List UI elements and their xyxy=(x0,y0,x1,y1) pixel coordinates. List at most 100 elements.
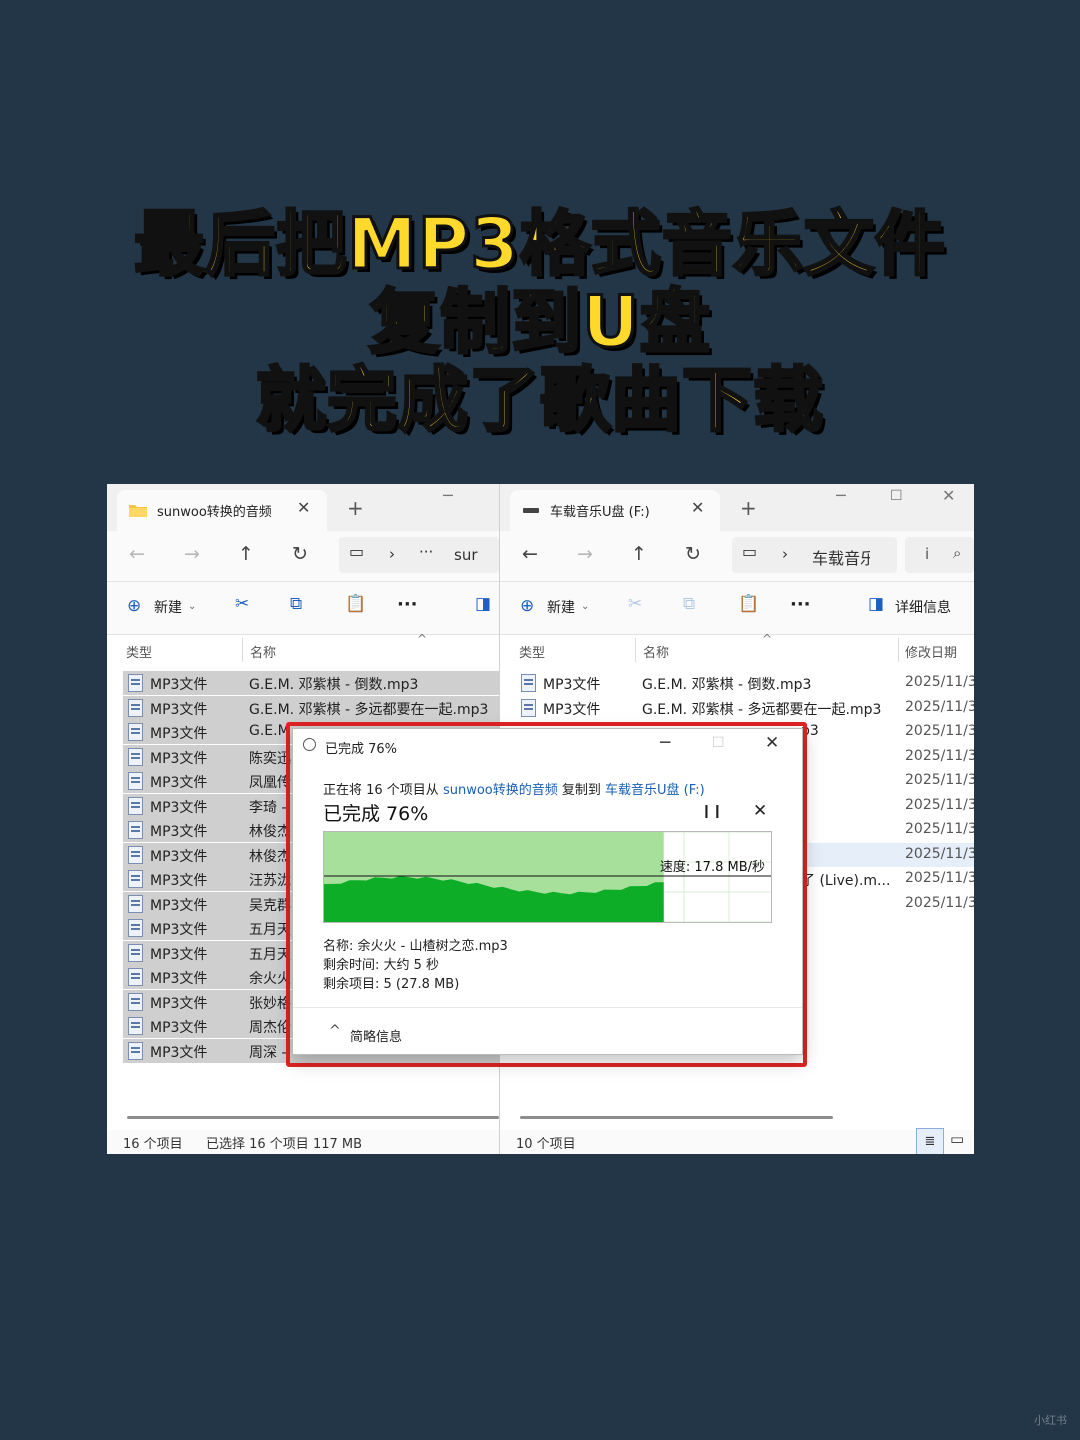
chevron-down-icon[interactable]: ⌄ xyxy=(188,601,196,612)
table-row[interactable]: MP3文件 G.E.M. 邓紫棋 - 多远都要在一起.mp3 xyxy=(123,695,499,720)
file-type: MP3文件 xyxy=(543,701,601,718)
time-remaining: 剩余时间: 大约 5 秒 xyxy=(323,958,440,973)
column-name[interactable]: 名称 xyxy=(250,642,276,661)
file-name: 五月天 xyxy=(249,946,291,963)
clock-icon xyxy=(303,738,316,751)
refresh-button[interactable]: ↻ xyxy=(685,543,701,565)
file-type: MP3文件 xyxy=(543,677,601,693)
new-plus-icon[interactable]: ⊕ xyxy=(127,596,141,616)
tab-source-folder[interactable]: sunwoo转换的音频 ✕ xyxy=(117,490,327,531)
forward-button[interactable]: → xyxy=(184,543,200,565)
minimize-button[interactable]: ─ xyxy=(836,486,846,505)
more-options-icon[interactable]: ··· xyxy=(397,594,418,615)
folder-icon xyxy=(129,505,147,517)
maximize-button[interactable]: ☐ xyxy=(890,488,903,504)
close-dialog-button[interactable]: ✕ xyxy=(765,733,779,753)
watermark: 小红书 xyxy=(1034,1414,1067,1427)
horizontal-scrollbar[interactable] xyxy=(520,1116,833,1119)
tab-usb-drive[interactable]: 车载音乐U盘 (F:) ✕ xyxy=(510,490,720,531)
file-type: MP3文件 xyxy=(150,995,208,1012)
cancel-copy-icon[interactable]: ✕ xyxy=(753,801,767,821)
cut-icon[interactable]: ✂ xyxy=(235,594,249,614)
chevron-down-icon[interactable]: ⌄ xyxy=(581,601,589,612)
file-name: 周杰伦 xyxy=(249,1020,291,1036)
sort-ascending-icon: ^ xyxy=(762,632,773,646)
cut-icon[interactable]: ✂ xyxy=(628,594,642,614)
new-tab-button[interactable]: + xyxy=(740,496,757,520)
file-type: MP3文件 xyxy=(150,1044,208,1061)
computer-icon: ▭ xyxy=(349,542,365,561)
file-type: MP3文件 xyxy=(150,701,208,718)
column-date[interactable]: 修改日期 xyxy=(905,642,957,661)
copy-icon[interactable]: ⧉ xyxy=(683,594,695,614)
minimize-button[interactable]: ─ xyxy=(443,486,453,505)
horizontal-scrollbar[interactable] xyxy=(127,1116,499,1119)
tiles-view-icon[interactable]: ▭ xyxy=(950,1130,964,1148)
items-remaining: 剩余项目: 5 (27.8 MB) xyxy=(323,977,460,992)
source-link[interactable]: sunwoo转换的音频 xyxy=(443,783,558,798)
table-row[interactable]: MP3文件 G.E.M. 邓紫棋 - 倒数.mp3 2025/11/3 xyxy=(516,671,974,695)
column-type[interactable]: 类型 xyxy=(126,642,152,661)
column-type[interactable]: 类型 xyxy=(519,642,545,661)
item-count: 16 个项目 xyxy=(123,1137,183,1152)
new-button[interactable]: 新建 xyxy=(154,597,182,617)
copy-icon[interactable]: ⧉ xyxy=(290,594,302,614)
mp3-file-icon xyxy=(128,772,143,790)
file-type: MP3文件 xyxy=(150,677,208,693)
more-options-icon[interactable]: ··· xyxy=(790,594,811,615)
table-row[interactable]: MP3文件 G.E.M. 邓紫棋 - 多远都要在一起.mp3 2025/11/3 xyxy=(516,696,974,720)
address-bar[interactable]: ▭ › ··· sur xyxy=(339,537,499,573)
close-tab-icon[interactable]: ✕ xyxy=(297,498,310,517)
search-box[interactable]: i ⌕ xyxy=(905,537,974,573)
file-name-fragment: 了 (Live).m... xyxy=(801,873,891,889)
details-view-icon[interactable]: ≣ xyxy=(916,1128,944,1154)
details-button[interactable]: 详细信息 xyxy=(895,597,951,617)
modified-date: 2025/11/3 xyxy=(905,698,974,715)
paste-icon[interactable]: 📋 xyxy=(738,594,759,614)
details-pane-icon[interactable]: ◨ xyxy=(868,594,884,614)
column-header: 类型 名称 ^ 修改日期 xyxy=(500,632,974,664)
copy-prefix: 正在将 16 个项目从 xyxy=(323,783,443,798)
mp3-file-icon xyxy=(128,968,143,986)
fewer-details-button[interactable]: 简略信息 xyxy=(350,1026,402,1045)
file-name: 林俊杰 xyxy=(249,824,291,840)
mp3-file-icon xyxy=(128,698,143,717)
headline-line-2: 复制到U盘 xyxy=(368,281,712,363)
minimize-button[interactable]: ─ xyxy=(660,733,670,753)
pause-icon[interactable]: ❙❙ xyxy=(701,804,723,819)
address-bar[interactable]: ▭ › 车载音乐 xyxy=(732,537,897,573)
new-tab-button[interactable]: + xyxy=(347,496,364,520)
mp3-file-icon xyxy=(128,1041,143,1060)
chevron-up-icon[interactable]: ^ xyxy=(329,1023,341,1039)
breadcrumb-chevron-icon: › xyxy=(389,545,395,563)
new-button[interactable]: 新建 xyxy=(547,597,575,617)
tab-label: sunwoo转换的音频 xyxy=(157,505,272,520)
divider xyxy=(293,1007,802,1008)
up-button[interactable]: ↑ xyxy=(631,543,647,565)
breadcrumb-overflow-icon[interactable]: ··· xyxy=(419,543,433,561)
file-name: 林俊杰 xyxy=(249,848,291,865)
back-button[interactable]: ← xyxy=(129,543,145,565)
maximize-button[interactable]: ☐ xyxy=(712,735,725,751)
up-button[interactable]: ↑ xyxy=(238,543,254,565)
column-name[interactable]: 名称 xyxy=(643,642,669,661)
details-pane-icon[interactable]: ◨ xyxy=(475,594,491,614)
forward-button[interactable]: → xyxy=(577,543,593,565)
mp3-file-icon xyxy=(128,845,143,864)
back-button[interactable]: ← xyxy=(522,543,538,565)
navigation-bar: ← → ↑ ↻ ▭ › ··· sur xyxy=(107,531,499,582)
modified-date: 2025/11/3 xyxy=(905,821,974,837)
paste-icon[interactable]: 📋 xyxy=(345,594,366,614)
close-tab-icon[interactable]: ✕ xyxy=(691,498,704,517)
sort-ascending-icon: ^ xyxy=(417,632,428,646)
current-file-name: 名称: 余火火 - 山楂树之恋.mp3 xyxy=(323,939,508,954)
refresh-button[interactable]: ↻ xyxy=(292,543,308,565)
destination-link[interactable]: 车载音乐U盘 (F:) xyxy=(605,783,705,798)
modified-date: 2025/11/3 xyxy=(905,723,974,739)
close-window-button[interactable]: ✕ xyxy=(942,486,955,505)
new-plus-icon[interactable]: ⊕ xyxy=(520,596,534,616)
modified-date: 2025/11/3 xyxy=(905,845,974,862)
copy-mid: 复制到 xyxy=(557,783,606,798)
column-header: 类型 名称 ^ xyxy=(107,632,499,664)
table-row[interactable]: MP3文件 G.E.M. 邓紫棋 - 倒数.mp3 xyxy=(123,671,499,695)
